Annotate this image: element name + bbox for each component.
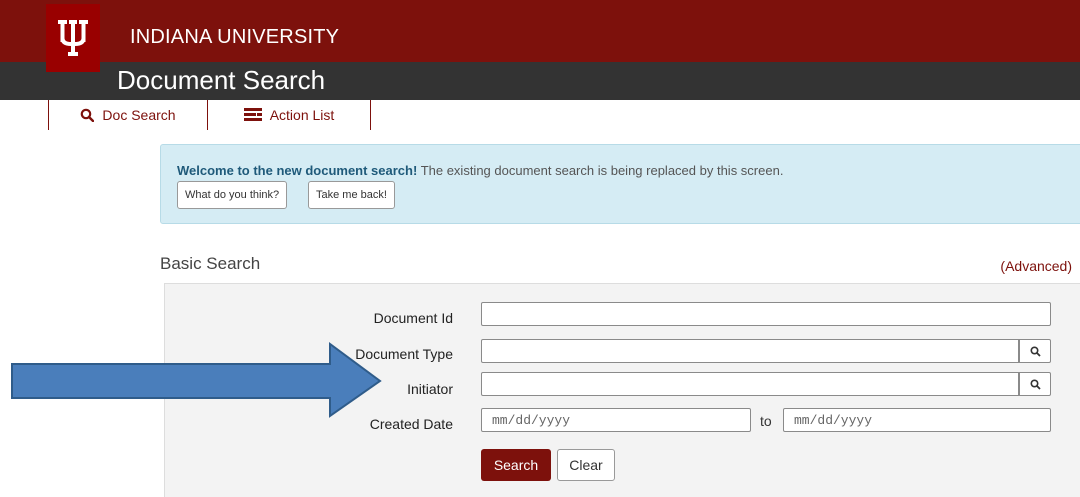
app-title-bar: Document Search (0, 62, 1080, 100)
tab-doc-search[interactable]: Doc Search (48, 100, 208, 130)
search-icon (1029, 345, 1041, 357)
page-title: Document Search (117, 65, 326, 95)
initiator-lookup-button[interactable] (1019, 372, 1051, 396)
document-id-label: Document Id (373, 310, 453, 326)
date-range-to-label: to (760, 413, 772, 429)
brand-name: INDIANA UNIVERSITY (130, 26, 340, 48)
tab-action-list[interactable]: Action List (208, 100, 371, 130)
banner-headline: Welcome to the new document search! (177, 163, 418, 178)
search-icon (81, 108, 95, 122)
banner-body: The existing document search is being re… (417, 163, 784, 178)
initiator-input[interactable] (481, 372, 1019, 396)
feedback-button[interactable]: What do you think? (177, 181, 288, 209)
top-header-bar: INDIANA UNIVERSITY (0, 0, 1080, 62)
list-icon (243, 108, 262, 121)
document-type-input[interactable] (481, 339, 1019, 363)
right-arrow-annotation (11, 342, 382, 418)
document-type-lookup-button[interactable] (1019, 339, 1051, 363)
search-icon (1029, 378, 1041, 390)
take-me-back-button[interactable]: Take me back! (308, 181, 395, 209)
document-id-input[interactable] (481, 302, 1051, 326)
iu-trident-logo[interactable] (46, 4, 100, 72)
welcome-banner: Welcome to the new document search! The … (160, 144, 1080, 224)
advanced-search-link[interactable]: (Advanced) (1000, 258, 1072, 274)
banner-message: Welcome to the new document search! The … (177, 163, 783, 178)
nav-tabs: Doc Search Action List (0, 100, 1080, 130)
tab-action-list-label: Action List (269, 107, 335, 123)
tab-doc-search-label: Doc Search (102, 107, 176, 123)
created-date-label: Created Date (369, 416, 453, 432)
trident-icon (58, 20, 88, 56)
clear-button[interactable]: Clear (557, 449, 615, 481)
basic-search-heading: Basic Search (160, 254, 261, 273)
search-button[interactable]: Search (481, 449, 551, 481)
created-date-from-input[interactable] (481, 408, 751, 432)
created-date-to-input[interactable] (783, 408, 1051, 432)
